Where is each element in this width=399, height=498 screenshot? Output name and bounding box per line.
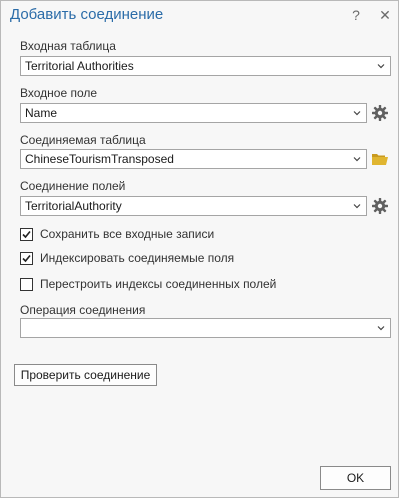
rebuild-index-checkbox[interactable] (20, 278, 33, 291)
join-table-label: Соединяемая таблица (20, 133, 146, 147)
rebuild-index-label: Перестроить индексы соединенных полей (40, 277, 277, 291)
input-table-label: Входная таблица (20, 39, 116, 53)
chevron-down-icon (377, 326, 385, 331)
keep-all-records-checkbox[interactable] (20, 228, 33, 241)
checkmark-icon (22, 230, 31, 239)
chevron-down-icon (353, 204, 361, 209)
add-join-dialog: Добавить соединение ? ✕ Входная таблица … (0, 0, 399, 498)
join-operation-label: Операция соединения (20, 303, 146, 317)
chevron-down-icon (353, 157, 361, 162)
join-table-dropdown[interactable]: ChineseTourismTransposed (20, 149, 367, 169)
input-field-value: Name (25, 106, 58, 120)
join-field-dropdown[interactable]: TerritorialAuthority (20, 196, 367, 216)
input-table-dropdown[interactable]: Territorial Authorities (20, 56, 391, 76)
gear-icon[interactable] (371, 197, 389, 215)
checkmark-icon (22, 254, 31, 263)
chevron-down-icon (353, 111, 361, 116)
index-join-fields-label: Индексировать соединяемые поля (40, 251, 235, 265)
gear-icon[interactable] (371, 104, 389, 122)
validate-join-button[interactable]: Проверить соединение (14, 364, 157, 386)
ok-button[interactable]: OK (320, 466, 391, 490)
keep-all-records-label: Сохранить все входные записи (40, 227, 215, 241)
chevron-down-icon (377, 64, 385, 69)
join-field-value: TerritorialAuthority (25, 199, 122, 213)
input-table-value: Territorial Authorities (25, 59, 134, 73)
join-field-label: Соединение полей (20, 179, 126, 193)
join-operation-dropdown[interactable] (20, 318, 391, 338)
folder-open-icon[interactable] (371, 150, 389, 168)
join-table-value: ChineseTourismTransposed (25, 152, 174, 166)
input-field-dropdown[interactable]: Name (20, 103, 367, 123)
help-button[interactable]: ? (346, 5, 366, 25)
input-field-label: Входное поле (20, 86, 98, 100)
dialog-title: Добавить соединение (10, 6, 164, 23)
close-button[interactable]: ✕ (375, 5, 395, 25)
index-join-fields-checkbox[interactable] (20, 252, 33, 265)
title-bar: Добавить соединение ? ✕ (1, 1, 398, 29)
